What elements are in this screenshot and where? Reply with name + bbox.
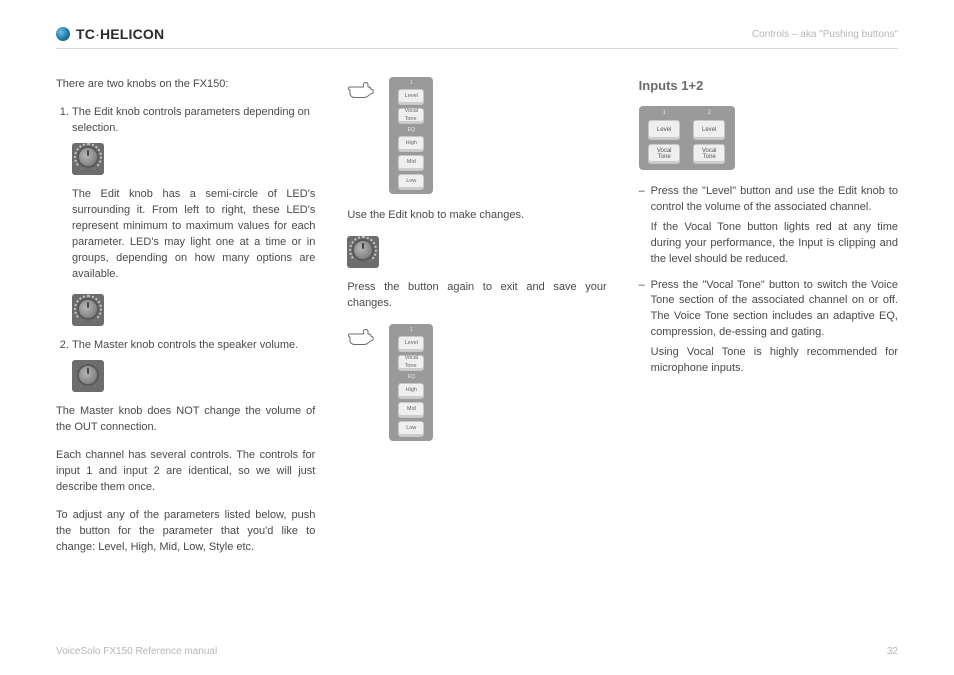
- inputs-chip-level-1: Level: [648, 120, 680, 140]
- inputs-chip-h1: 1: [662, 110, 665, 116]
- brand-globe-icon: [56, 27, 70, 41]
- knob-list-item-2: The Master knob controls the speaker vol…: [72, 338, 315, 392]
- header-section-title: Controls – aka "Pushing buttons": [752, 29, 898, 40]
- pointing-hand-icon: [347, 326, 377, 348]
- bullet-level-note: If the Vocal Tone button lights red at a…: [651, 220, 898, 268]
- bullet-tone-lead: Press the "Vocal Tone" button to switch …: [651, 279, 898, 339]
- page-body: There are two knobs on the FX150: The Ed…: [56, 49, 898, 638]
- use-edit-text: Use the Edit knob to make changes.: [347, 208, 606, 224]
- channel-button-stack: 1 Level Vocal Tone EQ High Mid Low: [389, 77, 433, 194]
- stack-channel-number: 1: [410, 328, 413, 333]
- brand-suffix: HELICON: [100, 26, 164, 42]
- channel-button-stack: 1 Level Vocal Tone EQ High Mid Low: [389, 324, 433, 441]
- stack-eq-label: EQ: [408, 375, 415, 380]
- knob-dial-icon: [354, 241, 372, 259]
- press-again-text: Press the button again to exit and save …: [347, 280, 606, 312]
- inputs-chip-graphic: 1 2 Level Level Vocal Tone Vocal Tone: [639, 106, 735, 170]
- inputs-bullet-level: Press the "Level" button and use the Edi…: [639, 184, 898, 268]
- stack-btn-low: Low: [398, 174, 424, 190]
- button-stack-row-2: 1 Level Vocal Tone EQ High Mid Low: [347, 324, 606, 441]
- page-header: TC·HELICON Controls – aka "Pushing butto…: [56, 26, 898, 49]
- bullet-level-lead: Press the "Level" button and use the Edi…: [651, 185, 898, 213]
- column-3: Inputs 1+2 1 2 Level Level Vocal Tone Vo…: [639, 77, 898, 638]
- button-stack-row-1: 1 Level Vocal Tone EQ High Mid Low: [347, 77, 606, 194]
- item1-detail: The Edit knob has a semi-circle of LED's…: [72, 187, 315, 283]
- inputs-bullets: Press the "Level" button and use the Edi…: [639, 184, 898, 377]
- stack-btn-vocal-tone: Vocal Tone: [398, 108, 424, 124]
- bullet-tone-note: Using Vocal Tone is highly recommended f…: [651, 345, 898, 377]
- knob-dial-icon: [79, 366, 97, 384]
- stack-btn-level: Level: [398, 336, 424, 352]
- master-knob-graphic: [72, 360, 104, 392]
- footer-doc-title: VoiceSolo FX150 Reference manual: [56, 646, 217, 657]
- intro-text: There are two knobs on the FX150:: [56, 77, 315, 93]
- item2-lead: The Master knob controls the speaker vol…: [72, 339, 298, 351]
- channels-note: Each channel has several controls. The c…: [56, 448, 315, 496]
- stack-btn-vocal-tone: Vocal Tone: [398, 355, 424, 371]
- inputs-chip-level-2: Level: [693, 120, 725, 140]
- knob-dial-icon: [79, 148, 97, 166]
- stack-btn-low: Low: [398, 421, 424, 437]
- brand-text: TC·HELICON: [76, 26, 164, 42]
- brand: TC·HELICON: [56, 26, 164, 42]
- pointing-hand-icon: [347, 79, 377, 101]
- knob-list: The Edit knob controls parameters depend…: [56, 105, 315, 392]
- stack-channel-number: 1: [410, 81, 413, 86]
- adjust-note: To adjust any of the parameters listed b…: [56, 508, 315, 556]
- brand-prefix: TC: [76, 26, 95, 42]
- stack-eq-label: EQ: [408, 128, 415, 133]
- column-1: There are two knobs on the FX150: The Ed…: [56, 77, 315, 638]
- knob-dial-icon: [79, 300, 97, 318]
- inputs-heading: Inputs 1+2: [639, 77, 898, 96]
- inputs-chip-tone-1: Vocal Tone: [648, 144, 680, 164]
- edit-knob-graphic-3: [347, 236, 379, 268]
- knob-list-item-1: The Edit knob controls parameters depend…: [72, 105, 315, 327]
- edit-knob-graphic-2: [72, 294, 104, 326]
- page-footer: VoiceSolo FX150 Reference manual 32: [56, 638, 898, 657]
- stack-btn-level: Level: [398, 89, 424, 105]
- edit-knob-graphic: [72, 143, 104, 175]
- inputs-chip-h2: 2: [707, 110, 710, 116]
- stack-btn-mid: Mid: [398, 155, 424, 171]
- master-note: The Master knob does NOT change the volu…: [56, 404, 315, 436]
- inputs-chip-tone-2: Vocal Tone: [693, 144, 725, 164]
- column-2: 1 Level Vocal Tone EQ High Mid Low Use t…: [347, 77, 606, 638]
- item1-lead: The Edit knob controls parameters depend…: [72, 106, 310, 134]
- stack-btn-high: High: [398, 383, 424, 399]
- footer-page-number: 32: [887, 646, 898, 657]
- stack-btn-high: High: [398, 136, 424, 152]
- inputs-bullet-vocal-tone: Press the "Vocal Tone" button to switch …: [639, 278, 898, 378]
- stack-btn-mid: Mid: [398, 402, 424, 418]
